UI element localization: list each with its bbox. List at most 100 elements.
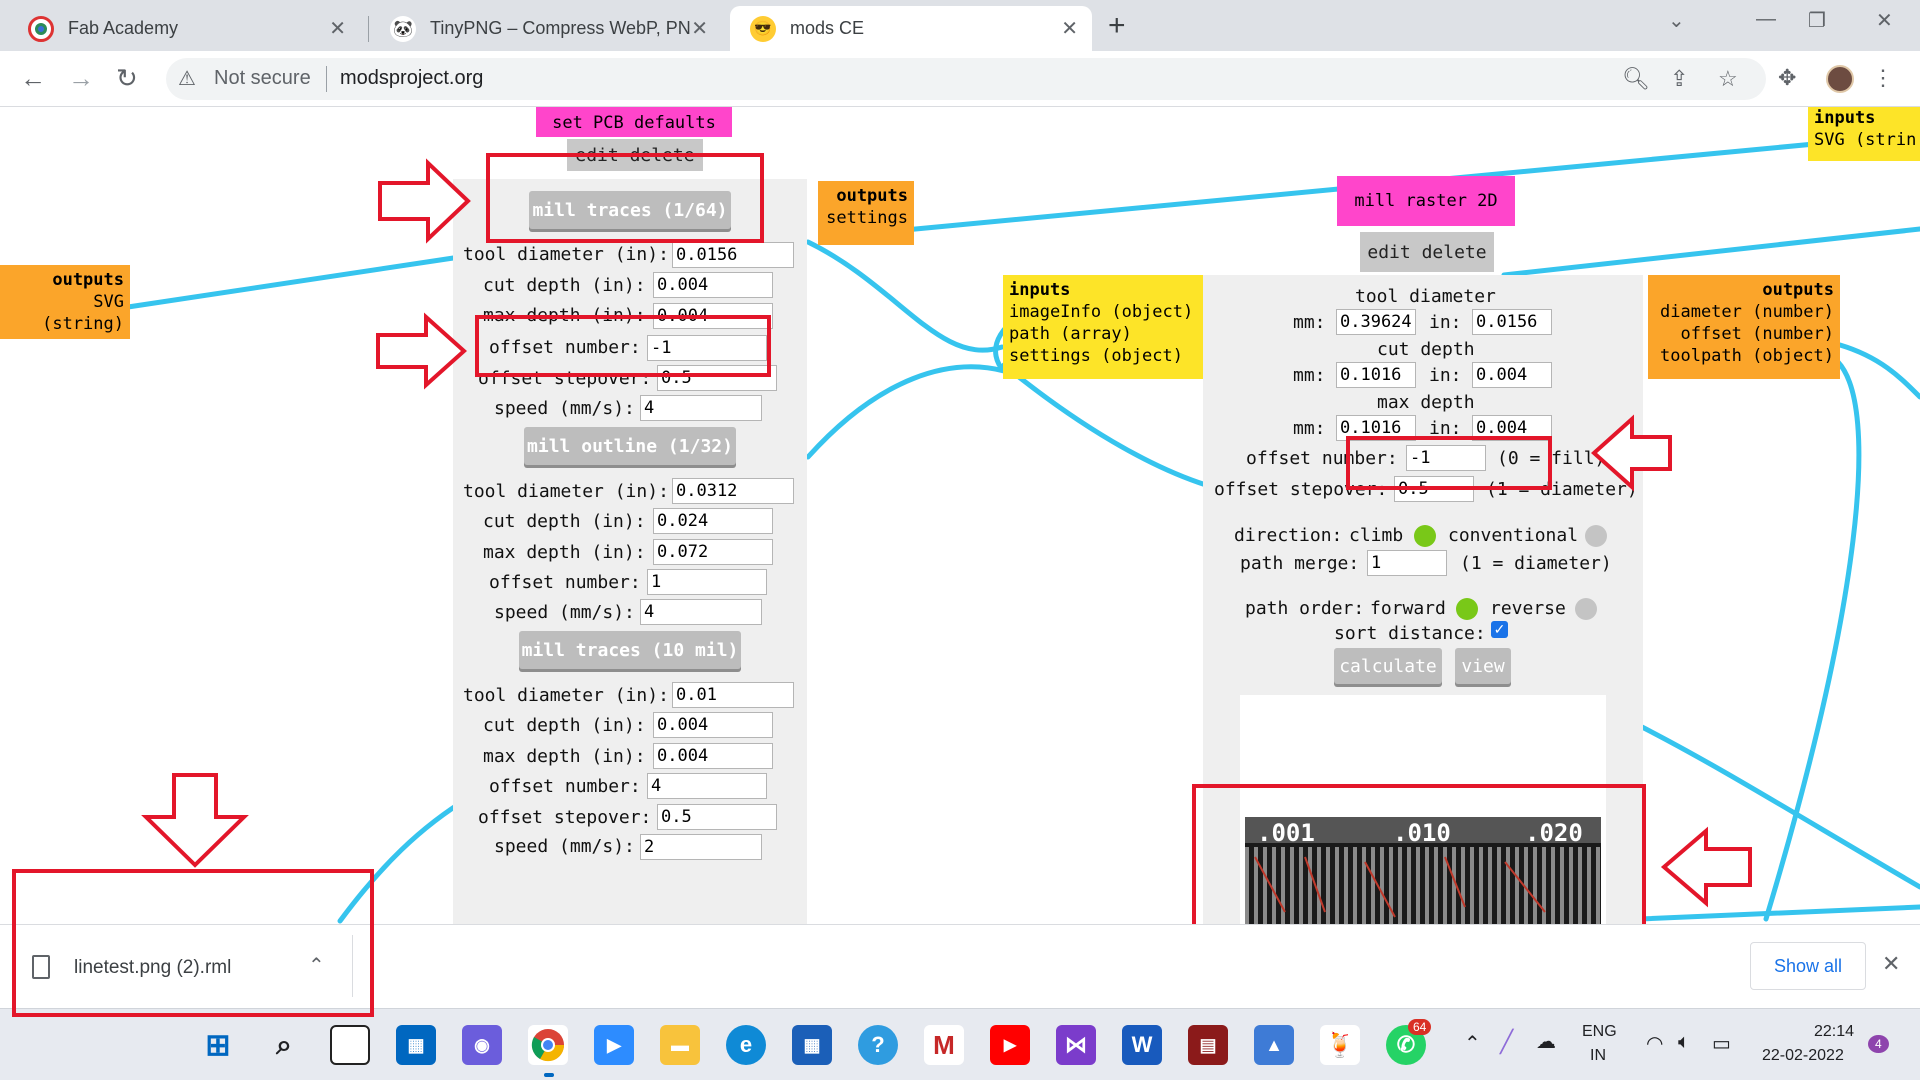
volume-icon[interactable]: 🔈︎: [1678, 1031, 1690, 1054]
zoom-app-icon[interactable]: ▶: [594, 1025, 634, 1065]
conventional-radio[interactable]: [1585, 525, 1607, 547]
file-explorer-icon[interactable]: ▬: [660, 1025, 700, 1065]
tool-diameter-field[interactable]: 0.01: [672, 682, 794, 708]
cut-depth-field[interactable]: 0.004: [653, 712, 773, 738]
outputs-label[interactable]: outputs SVG (string): [0, 265, 130, 339]
minimize-icon[interactable]: —: [1756, 8, 1776, 31]
word-icon[interactable]: W: [1122, 1025, 1162, 1065]
offset-stepover-label: offset stepover:: [478, 807, 652, 828]
cut-depth-field[interactable]: 0.024: [653, 508, 773, 534]
inputs-label[interactable]: inputs imageInfo (object) path (array) s…: [1003, 275, 1207, 379]
tab-mods-ce[interactable]: 😎 mods CE ✕: [730, 6, 1092, 51]
outputs-label[interactable]: outputs diameter (number) offset (number…: [1648, 275, 1840, 379]
cloud-icon[interactable]: ☁: [1536, 1029, 1556, 1054]
zoom-icon[interactable]: 🔍︎: [1622, 66, 1650, 92]
store-icon[interactable]: ▦: [792, 1025, 832, 1065]
mill-outline-32-button[interactable]: mill outline (1/32): [524, 427, 736, 465]
back-icon[interactable]: ←: [20, 63, 46, 94]
speed-field[interactable]: 2: [640, 834, 762, 860]
close-tab-icon[interactable]: ✕: [329, 16, 346, 41]
avatar[interactable]: [1826, 65, 1854, 93]
widgets-icon[interactable]: ▦: [396, 1025, 436, 1065]
mill-traces-10mil-button[interactable]: mill traces (10 mil): [519, 631, 741, 669]
delete-button[interactable]: delete: [1422, 242, 1487, 263]
tool-diameter-field[interactable]: 0.0312: [672, 478, 794, 504]
tool-diameter-heading: tool diameter: [1355, 286, 1496, 307]
max-depth-field[interactable]: 0.072: [653, 539, 773, 565]
sunglasses-emoji-icon: 😎: [750, 15, 776, 42]
view-button[interactable]: view: [1455, 648, 1511, 684]
tab-title: Fab Academy: [68, 18, 179, 38]
offset-number-field[interactable]: 4: [647, 773, 767, 799]
winrar-icon[interactable]: ▤: [1188, 1025, 1228, 1065]
cut-depth-mm-field[interactable]: 0.1016: [1336, 362, 1416, 388]
address-bar[interactable]: ⚠ Not secure modsproject.org 🔍︎ ⇪ ☆: [166, 58, 1766, 100]
pen-icon[interactable]: ╱: [1500, 1029, 1513, 1055]
clock-date[interactable]: 22-02-2022: [1762, 1047, 1844, 1065]
edit-button[interactable]: edit: [1367, 242, 1410, 263]
tool-diameter-in-field[interactable]: 0.0156: [1472, 309, 1552, 335]
tab-search-icon[interactable]: ⌄: [1668, 8, 1685, 33]
edge-icon[interactable]: e: [726, 1025, 766, 1065]
calculate-button[interactable]: calculate: [1334, 648, 1442, 684]
offset-stepover-field[interactable]: 0.5: [657, 804, 777, 830]
close-tab-icon[interactable]: ✕: [1061, 16, 1078, 41]
set-pcb-defaults-title[interactable]: set PCB defaults: [536, 107, 732, 137]
close-window-icon[interactable]: ✕: [1876, 8, 1893, 33]
tab-tinypng[interactable]: 🐼 TinyPNG – Compress WebP, PNG ✕: [370, 6, 722, 51]
reverse-radio[interactable]: [1575, 598, 1597, 620]
youtube-icon[interactable]: ▶: [990, 1025, 1030, 1065]
task-view-icon[interactable]: [330, 1025, 370, 1065]
close-icon[interactable]: ✕: [1882, 951, 1900, 977]
mill-raster-2d-title[interactable]: mill raster 2D: [1337, 176, 1515, 226]
wifi-icon[interactable]: ◠: [1646, 1031, 1663, 1056]
wire: [1501, 226, 1920, 278]
tool-diameter-mm-field[interactable]: 0.39624: [1336, 309, 1416, 335]
clock-time[interactable]: 22:14: [1814, 1023, 1854, 1041]
notification-count[interactable]: 4: [1868, 1035, 1889, 1053]
mm-label: mm:: [1293, 418, 1326, 439]
panda-icon: 🐼: [390, 15, 416, 42]
mcafee-icon[interactable]: M: [924, 1025, 964, 1065]
region-label[interactable]: IN: [1590, 1047, 1606, 1065]
climb-radio[interactable]: [1414, 525, 1436, 547]
speed-label: speed (mm/s):: [494, 602, 635, 623]
start-windows-icon[interactable]: ⊞: [198, 1025, 238, 1065]
speed-field[interactable]: 4: [640, 395, 762, 421]
restore-icon[interactable]: ❐: [1808, 8, 1826, 33]
outputs-label[interactable]: outputs settings: [818, 181, 914, 245]
chevron-up-icon[interactable]: ⌃: [1464, 1031, 1481, 1056]
language-label[interactable]: ENG: [1582, 1023, 1617, 1041]
reload-icon[interactable]: ↻: [116, 63, 138, 94]
forward-radio[interactable]: [1456, 598, 1478, 620]
search-icon[interactable]: ⌕: [264, 1025, 304, 1065]
offset-number-field[interactable]: 1: [647, 569, 767, 595]
photos-icon[interactable]: ▲: [1254, 1025, 1294, 1065]
cut-depth-in-field[interactable]: 0.004: [1472, 362, 1552, 388]
inputs-label[interactable]: inputs SVG (strin: [1808, 107, 1920, 161]
menu-kebab-icon[interactable]: ⋮: [1872, 65, 1894, 91]
share-icon[interactable]: ⇪: [1670, 66, 1688, 92]
chrome-icon[interactable]: [528, 1025, 568, 1065]
mods-canvas[interactable]: set PCB defaults edit delete outputs SVG…: [0, 107, 1920, 925]
battery-icon[interactable]: ▭: [1712, 1031, 1731, 1056]
drink-icon[interactable]: 🍹: [1320, 1025, 1360, 1065]
path-merge-field[interactable]: 1: [1367, 550, 1447, 576]
close-tab-icon[interactable]: ✕: [691, 16, 708, 41]
tool-diameter-label: tool diameter (in):: [463, 481, 669, 502]
new-tab-button[interactable]: +: [1108, 9, 1126, 43]
sort-distance-checkbox[interactable]: ✓: [1491, 621, 1508, 638]
tool-diameter-field[interactable]: 0.0156: [672, 242, 794, 268]
help-icon[interactable]: ?: [858, 1025, 898, 1065]
forward-icon[interactable]: →: [68, 63, 94, 94]
max-depth-field[interactable]: 0.004: [653, 743, 773, 769]
extensions-icon[interactable]: ✥: [1778, 65, 1796, 91]
path-merge-hint: (1 = diameter): [1460, 553, 1612, 574]
speed-field[interactable]: 4: [640, 599, 762, 625]
bookmark-star-icon[interactable]: ☆: [1718, 66, 1738, 92]
cut-depth-field[interactable]: 0.004: [653, 272, 773, 298]
tab-fab-academy[interactable]: Fab Academy ✕: [8, 6, 360, 51]
visual-studio-icon[interactable]: ⋈: [1056, 1025, 1096, 1065]
show-all-button[interactable]: Show all: [1750, 942, 1866, 990]
teams-chat-icon[interactable]: ◉: [462, 1025, 502, 1065]
